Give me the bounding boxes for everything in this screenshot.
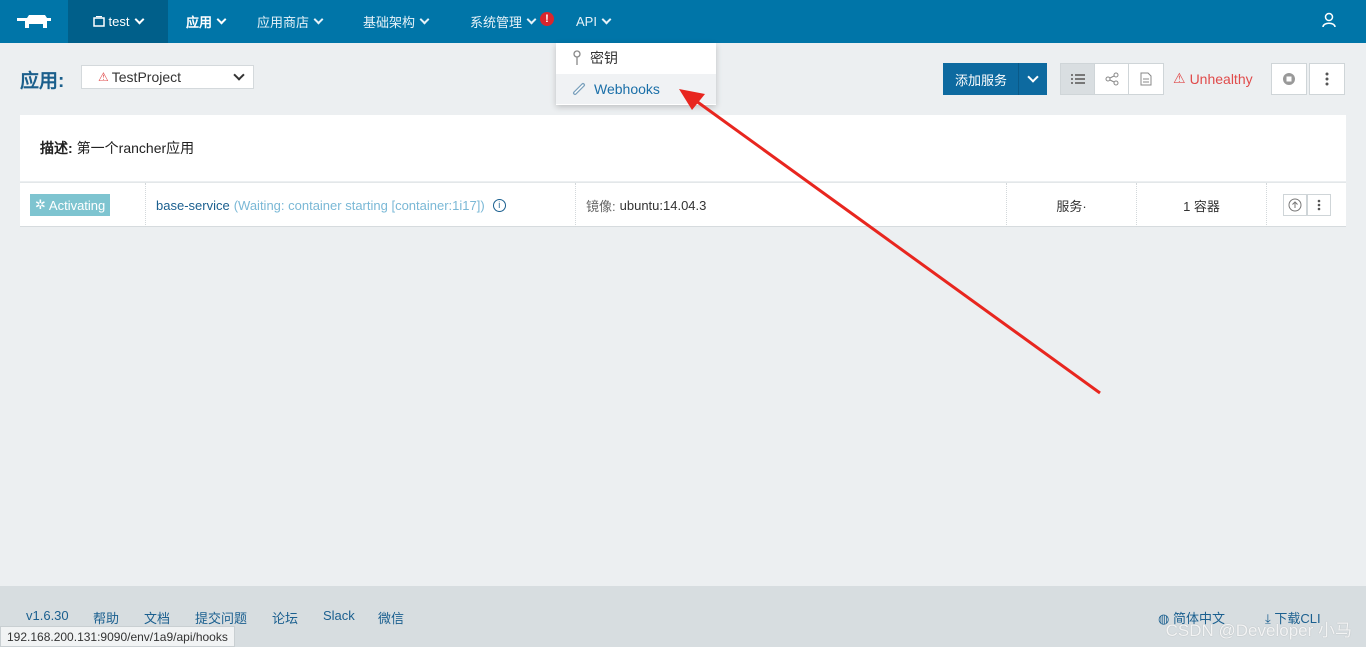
service-name-link[interactable]: base-service <box>156 198 230 213</box>
menu-item-keys-label: 密钥 <box>590 50 618 66</box>
warning-icon: ⚠ <box>1173 70 1186 86</box>
list-icon <box>1070 74 1085 84</box>
state-cell: ✲ Activating <box>20 183 146 227</box>
containers-cell: 1 容器 <box>1137 183 1267 227</box>
health-status: ⚠ Unhealthy <box>1173 70 1253 87</box>
chevron-down-icon <box>313 14 324 25</box>
service-type: 服务· <box>1056 198 1087 214</box>
stop-button[interactable] <box>1271 63 1307 95</box>
chevron-down-icon <box>233 69 245 81</box>
menu-item-webhooks-label: Webhooks <box>594 81 660 97</box>
chevron-down-icon <box>135 14 145 25</box>
user-menu[interactable] <box>1322 12 1336 31</box>
link-icon <box>573 83 585 95</box>
upgrade-button[interactable] <box>1282 194 1307 216</box>
kebab-menu-icon <box>1317 199 1320 211</box>
footer-link-forum[interactable]: 论坛 <box>272 608 298 627</box>
stack-select[interactable]: ⚠ TestProject <box>81 65 254 89</box>
status-badge: ✲ Activating <box>30 194 111 216</box>
chevron-down-icon <box>526 14 537 25</box>
api-dropdown-menu: 密钥 Webhooks <box>556 43 716 105</box>
nav-api-label: API <box>576 14 597 29</box>
chevron-down-icon <box>601 14 612 25</box>
chevron-down-icon <box>216 14 227 25</box>
description-text: 第一个rancher应用 <box>76 140 195 156</box>
add-service-dropdown-toggle[interactable] <box>1018 63 1047 95</box>
footer-link-help[interactable]: 帮助 <box>93 608 119 627</box>
footer-link-slack[interactable]: Slack <box>323 608 355 623</box>
name-cell: base-service (Waiting: container startin… <box>146 183 576 227</box>
status-badge-label: Activating <box>48 197 106 213</box>
file-icon <box>1140 72 1152 86</box>
info-icon[interactable]: i <box>492 198 506 212</box>
upgrade-arrow-icon <box>1288 198 1301 212</box>
nav-admin[interactable]: 系统管理 ! <box>470 0 555 43</box>
health-status-label: Unhealthy <box>1189 70 1253 87</box>
type-cell: 服务· <box>1007 183 1137 227</box>
share-graph-icon <box>1105 72 1118 86</box>
alert-badge: ! <box>540 11 555 26</box>
nav-admin-label: 系统管理 <box>470 15 523 30</box>
actions-cell <box>1267 183 1346 227</box>
view-toggle-group <box>1060 63 1164 95</box>
spinner-icon: ✲ <box>35 197 46 212</box>
kebab-menu-icon <box>1325 72 1329 86</box>
environment-label: test <box>108 14 130 29</box>
menu-item-webhooks[interactable]: Webhooks <box>556 74 716 104</box>
graph-view-button[interactable] <box>1095 64 1129 94</box>
browser-status-url: 192.168.200.131:9090/env/1a9/api/hooks <box>0 626 235 647</box>
stop-circle-icon <box>1283 73 1295 85</box>
environment-selector[interactable]: test <box>68 0 168 43</box>
nav-catalog[interactable]: 应用商店 <box>257 0 324 43</box>
container-count: 1 容器 <box>1183 198 1220 214</box>
table-row: ✲ Activating base-service (Waiting: cont… <box>20 182 1346 227</box>
service-status-text: (Waiting: container starting [container:… <box>233 197 485 213</box>
rancher-logo[interactable] <box>0 0 68 43</box>
warning-icon: ⚠ <box>98 70 109 84</box>
image-cell: 镜像: ubuntu:14.04.3 <box>576 183 1007 227</box>
nav-catalog-label: 应用商店 <box>257 15 310 30</box>
page-title: 应用: <box>20 71 65 92</box>
top-nav: test 应用 应用商店 基础架构 系统管理 ! API <box>0 0 1366 43</box>
row-more-actions-button[interactable] <box>1306 194 1331 216</box>
image-value: ubuntu:14.04.3 <box>619 197 707 213</box>
stack-select-value: TestProject <box>111 69 182 85</box>
description-panel: 描述: 第一个rancher应用 <box>20 115 1346 181</box>
footer-link-docs[interactable]: 文档 <box>144 608 170 627</box>
more-actions-button[interactable] <box>1309 63 1345 95</box>
user-icon <box>1322 12 1336 28</box>
image-label: 镜像: <box>586 198 616 214</box>
environment-icon <box>92 16 105 27</box>
description-label: 描述: <box>40 140 73 156</box>
compose-view-button[interactable] <box>1129 64 1163 94</box>
menu-item-keys[interactable]: 密钥 <box>556 43 716 73</box>
add-service-label: 添加服务 <box>955 72 1008 88</box>
list-view-button[interactable] <box>1061 64 1095 94</box>
nav-infrastructure[interactable]: 基础架构 <box>363 0 430 43</box>
key-icon <box>573 50 581 65</box>
footer-link-issues[interactable]: 提交问题 <box>195 608 247 627</box>
nav-api[interactable]: API <box>576 0 612 43</box>
watermark: CSDN @Developer 小马 <box>1165 621 1352 640</box>
add-service-button[interactable]: 添加服务 <box>943 63 1047 95</box>
chevron-down-icon <box>419 14 430 25</box>
cow-logo-icon <box>17 14 51 28</box>
nav-infrastructure-label: 基础架构 <box>363 15 416 30</box>
nav-apps-label: 应用 <box>186 15 213 30</box>
nav-apps[interactable]: 应用 <box>186 0 227 43</box>
footer-link-wechat[interactable]: 微信 <box>378 608 404 627</box>
chevron-down-icon <box>1027 71 1039 83</box>
version-link[interactable]: v1.6.30 <box>26 608 69 623</box>
